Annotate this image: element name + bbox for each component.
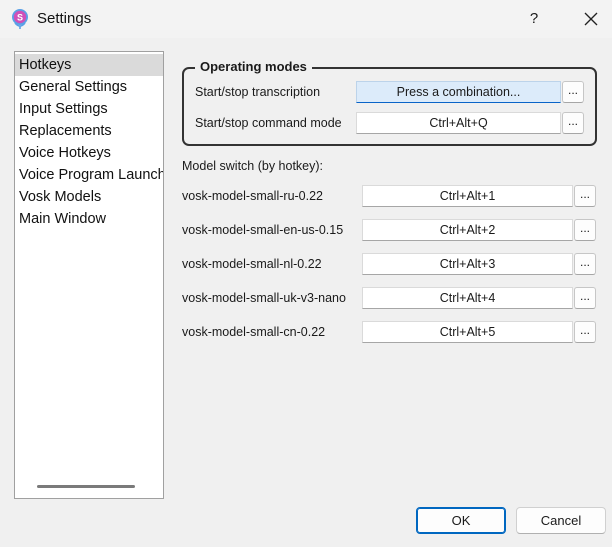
model-browse-button[interactable]: ... [574, 185, 596, 207]
settings-category-list[interactable]: Hotkeys General Settings Input Settings … [14, 51, 164, 499]
model-browse-button[interactable]: ... [574, 287, 596, 309]
sidebar-item-vosk-models[interactable]: Vosk Models [15, 186, 163, 208]
model-hotkey-field[interactable]: Ctrl+Alt+5 [362, 321, 573, 343]
cancel-button[interactable]: Cancel [516, 507, 606, 534]
command-mode-hotkey-field[interactable]: Ctrl+Alt+Q [356, 112, 561, 134]
close-icon [584, 12, 598, 26]
transcription-browse-button[interactable]: ... [562, 81, 584, 103]
sidebar-item-input-settings[interactable]: Input Settings [15, 98, 163, 120]
model-switch-title: Model switch (by hotkey): [182, 159, 324, 173]
sidebar-item-hotkeys[interactable]: Hotkeys [15, 54, 163, 76]
microphone-s-icon: S [12, 9, 28, 29]
model-hotkey-field[interactable]: Ctrl+Alt+2 [362, 219, 573, 241]
close-button[interactable] [577, 6, 605, 32]
model-browse-button[interactable]: ... [574, 253, 596, 275]
model-name-label: vosk-model-small-ru-0.22 [182, 189, 324, 203]
window-title: Settings [37, 10, 92, 27]
model-browse-button[interactable]: ... [574, 219, 596, 241]
sidebar-item-voice-program-launch[interactable]: Voice Program Launch [15, 164, 163, 186]
transcription-label: Start/stop transcription [195, 85, 321, 99]
model-hotkey-field[interactable]: Ctrl+Alt+4 [362, 287, 573, 309]
transcription-hotkey-field[interactable]: Press a combination... [356, 81, 561, 103]
command-mode-label: Start/stop command mode [195, 116, 342, 130]
sidebar-item-replacements[interactable]: Replacements [15, 120, 163, 142]
horizontal-scrollbar[interactable] [37, 485, 135, 488]
model-name-label: vosk-model-small-en-us-0.15 [182, 223, 344, 237]
model-hotkey-field[interactable]: Ctrl+Alt+3 [362, 253, 573, 275]
svg-text:S: S [17, 13, 23, 23]
command-mode-browse-button[interactable]: ... [562, 112, 584, 134]
operating-modes-group [182, 67, 597, 146]
sidebar-item-general-settings[interactable]: General Settings [15, 76, 163, 98]
help-button[interactable]: ? [520, 6, 548, 32]
model-name-label: vosk-model-small-nl-0.22 [182, 257, 322, 271]
operating-modes-title: Operating modes [195, 59, 312, 74]
model-hotkey-field[interactable]: Ctrl+Alt+1 [362, 185, 573, 207]
model-name-label: vosk-model-small-cn-0.22 [182, 325, 326, 339]
ok-button[interactable]: OK [416, 507, 506, 534]
title-bar: S Settings ? [0, 0, 612, 38]
sidebar-item-voice-hotkeys[interactable]: Voice Hotkeys [15, 142, 163, 164]
model-browse-button[interactable]: ... [574, 321, 596, 343]
model-name-label: vosk-model-small-uk-v3-nano [182, 291, 346, 305]
sidebar-item-main-window[interactable]: Main Window [15, 208, 163, 230]
